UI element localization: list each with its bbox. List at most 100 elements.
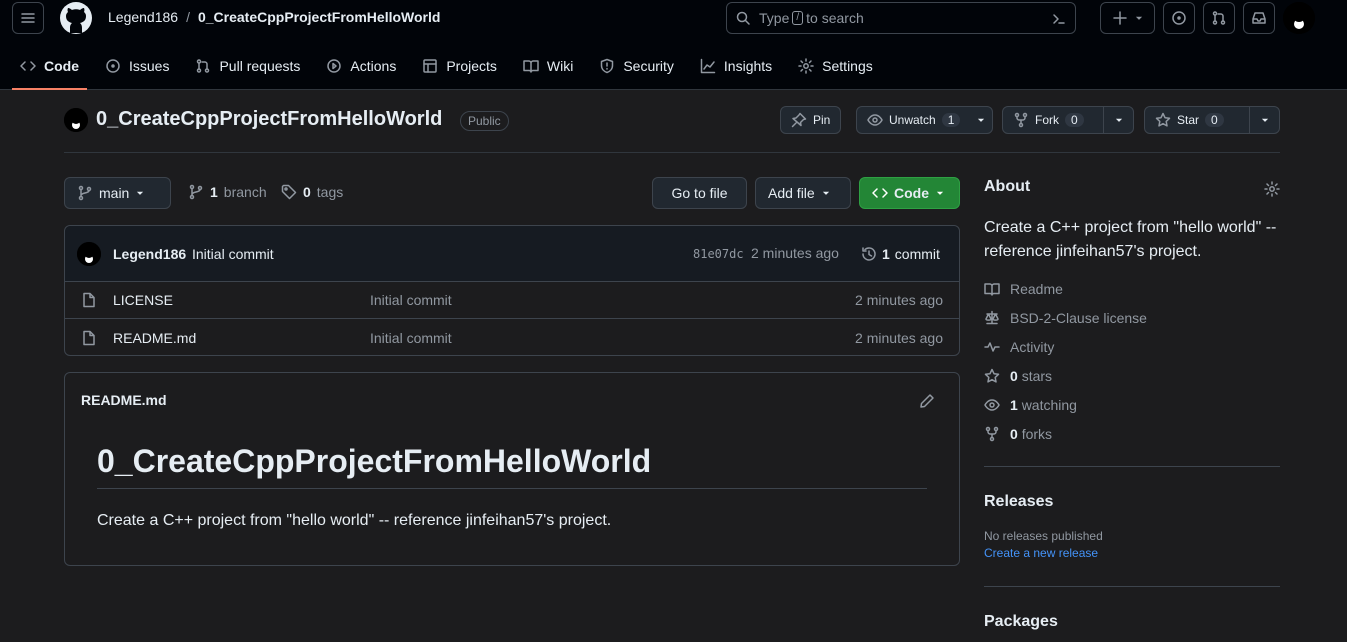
- issue-opened-icon: [1172, 11, 1186, 25]
- fork-label: Fork: [1035, 113, 1059, 127]
- branches-link[interactable]: 1 branch: [188, 184, 267, 200]
- tab-projects[interactable]: Projects: [414, 48, 505, 84]
- breadcrumb-owner[interactable]: Legend186: [108, 9, 178, 25]
- watch-dropdown[interactable]: [970, 107, 992, 133]
- fork-dropdown[interactable]: [1103, 107, 1133, 133]
- branch-selector[interactable]: main: [64, 177, 171, 209]
- search-prefix: Type: [759, 10, 790, 26]
- caret-down-icon: [1135, 16, 1142, 20]
- about-title: About: [984, 178, 1031, 195]
- breadcrumb-repo[interactable]: 0_CreateCppProjectFromHelloWorld: [198, 9, 440, 25]
- create-new-button[interactable]: [1100, 2, 1155, 34]
- tab-label: Actions: [350, 58, 397, 74]
- tag-count: 0: [303, 184, 311, 200]
- fork-button[interactable]: Fork 0: [1002, 106, 1134, 134]
- go-to-file-button[interactable]: Go to file: [652, 177, 747, 209]
- activity-link[interactable]: Activity: [984, 332, 1280, 361]
- tab-label: Security: [623, 58, 674, 74]
- no-releases-text: No releases published: [984, 529, 1103, 543]
- file-commit-message[interactable]: Initial commit: [370, 330, 452, 346]
- create-release-link[interactable]: Create a new release: [984, 546, 1280, 560]
- repo-name[interactable]: 0_CreateCppProjectFromHelloWorld: [96, 108, 442, 131]
- star-button[interactable]: Star 0: [1144, 106, 1280, 134]
- file-name[interactable]: LICENSE: [113, 292, 173, 308]
- repo-title-bar: 0_CreateCppProjectFromHelloWorld Public …: [64, 106, 1280, 153]
- tab-label: Wiki: [546, 58, 574, 74]
- commit-sha[interactable]: 81e07dc: [693, 247, 744, 261]
- issues-button[interactable]: [1163, 2, 1195, 34]
- branch-name: main: [99, 185, 130, 201]
- hamburger-icon: [21, 13, 35, 23]
- file-name[interactable]: README.md: [113, 330, 196, 346]
- commit-author-avatar[interactable]: [77, 242, 101, 266]
- tab-security[interactable]: Security: [591, 48, 682, 84]
- user-avatar[interactable]: [1283, 2, 1315, 34]
- packages-title[interactable]: Packages: [984, 613, 1280, 631]
- file-commit-message[interactable]: Initial commit: [370, 292, 452, 308]
- forks-link[interactable]: 0 forks: [984, 419, 1280, 448]
- tab-wiki[interactable]: Wiki: [515, 48, 581, 84]
- go-to-file-label: Go to file: [671, 185, 728, 201]
- file-icon: [83, 292, 95, 308]
- releases-title[interactable]: Releases: [984, 493, 1280, 511]
- star-dropdown[interactable]: [1249, 107, 1279, 133]
- owner-avatar[interactable]: [64, 108, 88, 132]
- readme-filename[interactable]: README.md: [81, 392, 167, 408]
- tag-icon: [281, 184, 297, 200]
- inbox-button[interactable]: [1243, 2, 1275, 34]
- branch-count: 1: [210, 184, 218, 200]
- watch-count: 1: [941, 113, 961, 127]
- file-icon: [83, 330, 95, 345]
- caret-down-icon: [1115, 118, 1122, 122]
- tab-insights[interactable]: Insights: [692, 48, 780, 84]
- commit-history-link[interactable]: 1 commit: [861, 246, 940, 262]
- plus-icon: [1112, 11, 1127, 25]
- releases-section: Releases No releases published Create a …: [984, 466, 1280, 560]
- stars-count: 0: [1010, 367, 1018, 384]
- menu-button[interactable]: [12, 2, 44, 34]
- git-branch-icon: [189, 184, 203, 200]
- tab-label: Insights: [723, 58, 773, 74]
- code-button[interactable]: Code: [859, 177, 960, 209]
- git-branch-icon: [78, 185, 92, 201]
- pull-requests-button[interactable]: [1203, 2, 1235, 34]
- commit-message[interactable]: Initial commit: [192, 246, 274, 262]
- license-link[interactable]: BSD-2-Clause license: [984, 303, 1280, 332]
- file-row[interactable]: README.md Initial commit 2 minutes ago: [65, 319, 959, 356]
- watching-link[interactable]: 1 watching: [984, 390, 1280, 419]
- file-commit-time: 2 minutes ago: [855, 329, 943, 346]
- license-link-label: BSD-2-Clause license: [1010, 309, 1147, 326]
- pencil-icon[interactable]: [919, 393, 935, 409]
- tab-label: Projects: [446, 58, 497, 74]
- readme-link[interactable]: Readme: [984, 274, 1280, 303]
- tab-issues[interactable]: Issues: [97, 48, 177, 84]
- file-list: Legend186 Initial commit 81e07dc 2 minut…: [64, 225, 960, 356]
- tab-pull-requests[interactable]: Pull requests: [187, 48, 308, 84]
- watch-button[interactable]: Unwatch 1: [856, 106, 994, 134]
- tags-link[interactable]: 0 tags: [281, 184, 343, 200]
- commit-label: commit: [894, 246, 940, 262]
- caret-down-icon: [822, 191, 829, 195]
- inbox-icon: [1252, 12, 1266, 24]
- stars-link[interactable]: 0 stars: [984, 361, 1280, 390]
- tab-label: Pull requests: [219, 58, 301, 74]
- add-file-button[interactable]: Add file: [755, 177, 851, 209]
- issue-icon: [106, 59, 120, 73]
- star-icon: [984, 368, 1000, 383]
- readme-panel: README.md 0_CreateCppProjectFromHelloWor…: [64, 372, 960, 566]
- tab-actions[interactable]: Actions: [318, 48, 404, 84]
- tab-code[interactable]: Code: [12, 48, 87, 90]
- code-icon: [872, 188, 888, 198]
- caret-down-icon: [137, 191, 144, 195]
- tab-label: Settings: [822, 58, 873, 74]
- github-logo-icon[interactable]: [59, 1, 93, 35]
- commit-author[interactable]: Legend186: [113, 246, 186, 262]
- file-row[interactable]: LICENSE Initial commit 2 minutes ago: [65, 282, 959, 319]
- command-palette-icon[interactable]: [1051, 11, 1067, 27]
- branch-label: branch: [223, 184, 267, 200]
- gear-icon[interactable]: [1264, 181, 1280, 197]
- tab-settings[interactable]: Settings: [790, 48, 881, 84]
- search-input[interactable]: Type / to search: [726, 2, 1076, 34]
- pin-icon: [791, 112, 807, 128]
- pin-button[interactable]: Pin: [780, 106, 842, 134]
